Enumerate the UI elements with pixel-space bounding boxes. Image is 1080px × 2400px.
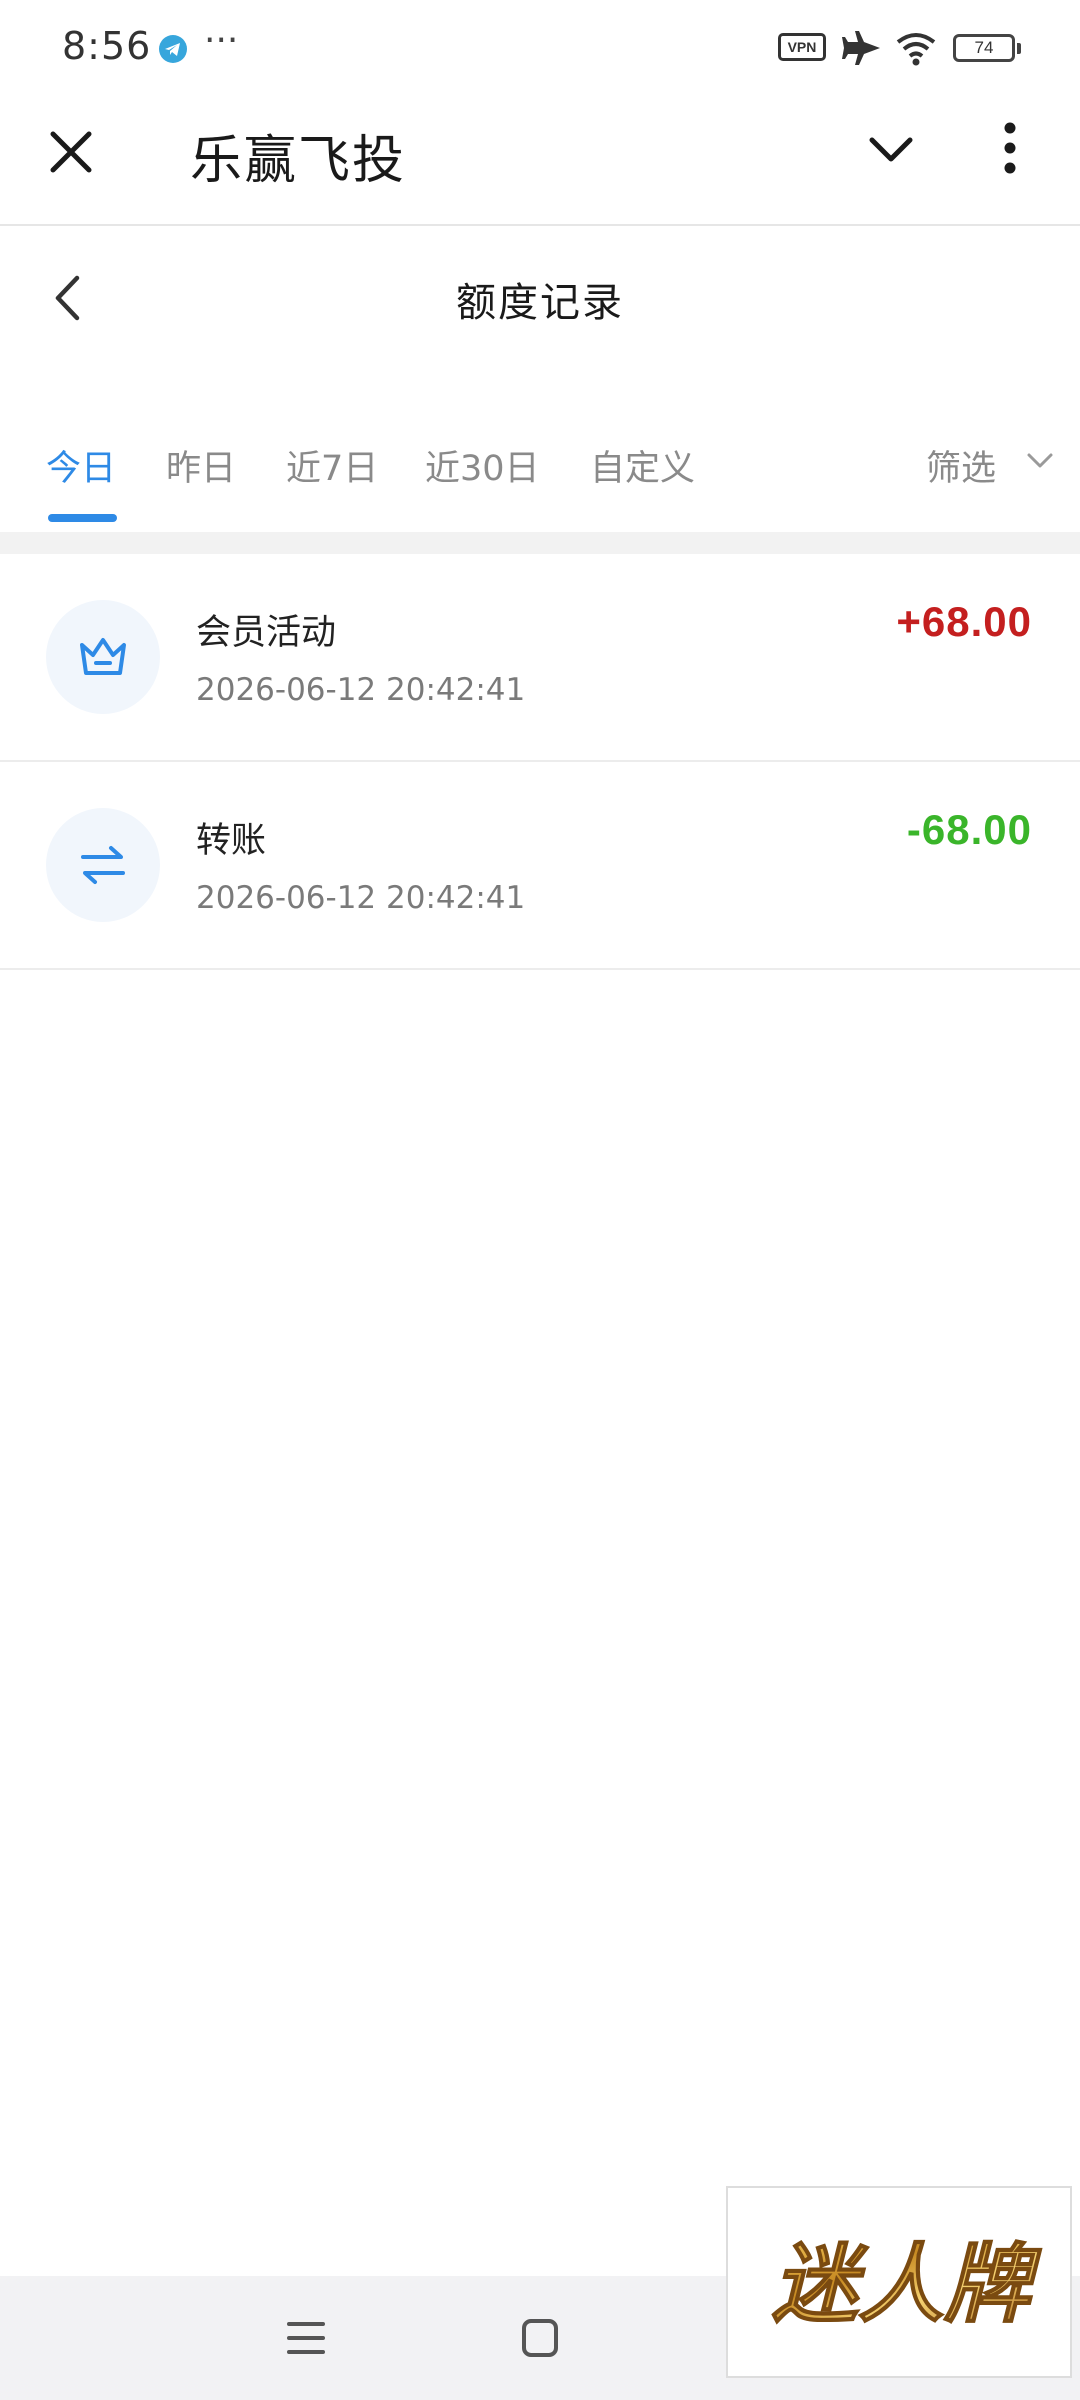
status-bar: 8:56 ··· VPN 74 xyxy=(0,0,1080,96)
record-item[interactable]: 转账 2026-06-12 20:42:41 -68.00 xyxy=(0,762,1080,970)
record-amount: +68.00 xyxy=(896,598,1032,645)
crown-icon xyxy=(46,600,160,714)
tab-custom[interactable]: 自定义 xyxy=(590,440,695,491)
vpn-icon: VPN xyxy=(778,33,826,61)
section-divider xyxy=(0,532,1080,554)
telegram-icon xyxy=(159,35,187,63)
status-time: 8:56 xyxy=(62,24,152,68)
airplane-icon xyxy=(842,30,882,70)
transfer-arrows-icon xyxy=(46,808,160,922)
close-icon[interactable] xyxy=(49,130,93,178)
record-amount: -68.00 xyxy=(906,806,1032,853)
page-title: 额度记录 xyxy=(456,280,624,326)
brand-logo: 迷人牌 xyxy=(726,2186,1072,2378)
filter-button[interactable]: 筛选 xyxy=(926,440,996,491)
more-vertical-icon[interactable] xyxy=(1004,122,1016,178)
record-title: 会员活动 xyxy=(196,613,337,653)
tab-last-30-days[interactable]: 近30日 xyxy=(425,440,540,491)
chevron-down-icon[interactable] xyxy=(868,136,914,168)
tab-today[interactable]: 今日 xyxy=(46,440,116,491)
active-tab-indicator xyxy=(48,514,117,522)
page-header: 额度记录 xyxy=(0,228,1080,370)
more-notifications-icon: ··· xyxy=(204,20,239,61)
record-title: 转账 xyxy=(196,821,267,861)
home-square-icon[interactable] xyxy=(521,2318,559,2362)
battery-icon: 74 xyxy=(953,34,1021,62)
record-item[interactable]: 会员活动 2026-06-12 20:42:41 +68.00 xyxy=(0,554,1080,762)
app-header: 乐赢飞投 xyxy=(0,96,1080,226)
chevron-down-icon[interactable] xyxy=(1026,452,1054,474)
record-time: 2026-06-12 20:42:41 xyxy=(196,880,526,916)
wifi-icon xyxy=(894,30,938,70)
tab-yesterday[interactable]: 昨日 xyxy=(166,440,236,491)
date-tabs: 今日 昨日 近7日 近30日 自定义 筛选 xyxy=(0,420,1080,532)
record-time: 2026-06-12 20:42:41 xyxy=(196,672,526,708)
app-title: 乐赢飞投 xyxy=(190,131,407,191)
menu-icon[interactable] xyxy=(287,2320,325,2360)
logo-text: 迷人牌 xyxy=(772,2235,1042,2335)
tab-last-7-days[interactable]: 近7日 xyxy=(286,440,378,491)
